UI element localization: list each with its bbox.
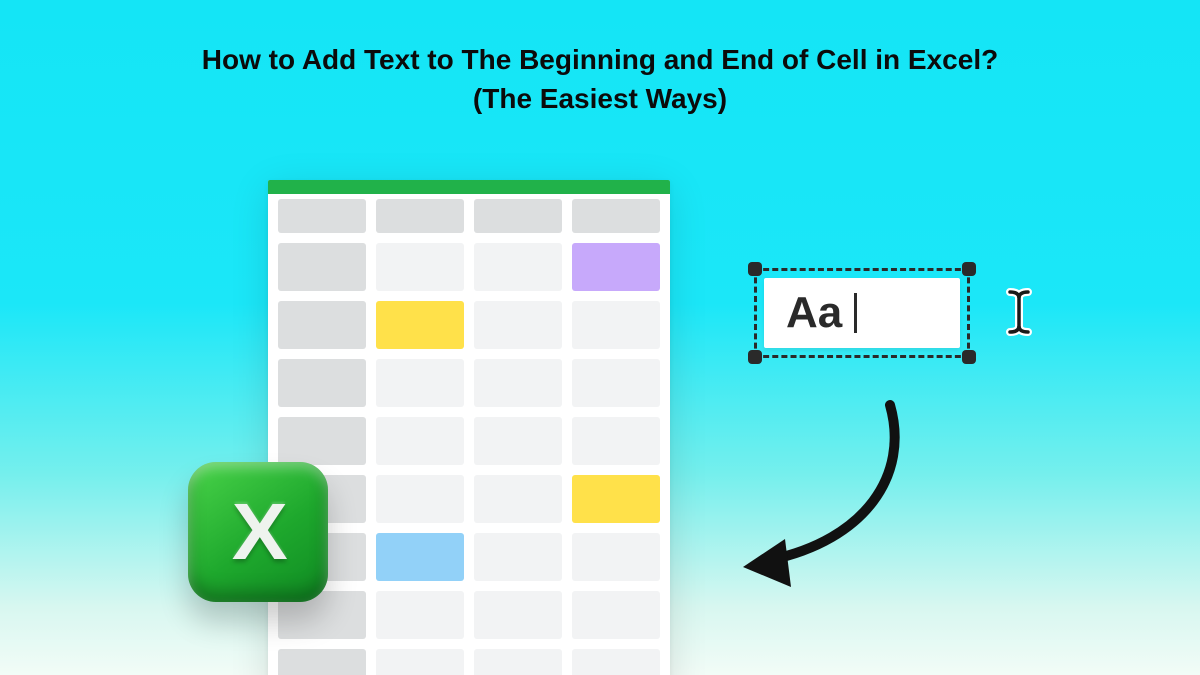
spreadsheet-cell <box>572 199 660 233</box>
spreadsheet-cell <box>474 417 562 465</box>
resize-handle-bottom-left <box>748 350 762 364</box>
spreadsheet-cell <box>474 533 562 581</box>
spreadsheet-cell <box>474 359 562 407</box>
spreadsheet-row <box>268 238 670 296</box>
text-caret-icon <box>854 293 857 333</box>
spreadsheet-row <box>268 528 670 586</box>
spreadsheet-cell <box>376 475 464 523</box>
spreadsheet-row <box>268 354 670 412</box>
spreadsheet-cell <box>278 649 366 675</box>
page-title: How to Add Text to The Beginning and End… <box>0 40 1200 118</box>
text-cursor-icon <box>1004 288 1034 336</box>
spreadsheet-topbar <box>268 180 670 194</box>
spreadsheet-cell <box>278 243 366 291</box>
textbox-sample-text: Aa <box>786 288 842 338</box>
spreadsheet-cell <box>572 243 660 291</box>
spreadsheet-cell <box>572 649 660 675</box>
spreadsheet-cell <box>376 359 464 407</box>
excel-letter: X <box>232 486 284 578</box>
spreadsheet-cell <box>474 301 562 349</box>
spreadsheet-cell <box>474 591 562 639</box>
spreadsheet-cell <box>572 475 660 523</box>
textbox-field: Aa <box>764 278 960 348</box>
excel-app-icon: X <box>188 462 328 602</box>
spreadsheet-cell <box>474 475 562 523</box>
spreadsheet-cell <box>474 243 562 291</box>
resize-handle-top-right <box>962 262 976 276</box>
spreadsheet-cell <box>376 199 464 233</box>
spreadsheet-body <box>268 194 670 675</box>
spreadsheet-row <box>268 586 670 644</box>
resize-handle-bottom-right <box>962 350 976 364</box>
spreadsheet-cell <box>572 359 660 407</box>
spreadsheet-cell <box>474 199 562 233</box>
textbox-illustration: Aa <box>744 258 980 368</box>
spreadsheet-cell <box>474 649 562 675</box>
spreadsheet-cell <box>572 591 660 639</box>
spreadsheet-illustration <box>268 180 670 675</box>
curved-arrow-icon <box>725 395 925 595</box>
spreadsheet-cell <box>278 301 366 349</box>
hero-canvas: How to Add Text to The Beginning and End… <box>0 0 1200 675</box>
spreadsheet-cell <box>278 359 366 407</box>
spreadsheet-cell <box>572 417 660 465</box>
spreadsheet-cell <box>572 533 660 581</box>
spreadsheet-row <box>268 296 670 354</box>
title-line-1: How to Add Text to The Beginning and End… <box>0 40 1200 79</box>
spreadsheet-cell <box>278 417 366 465</box>
spreadsheet-cell <box>376 301 464 349</box>
spreadsheet-cell <box>278 199 366 233</box>
spreadsheet-cell <box>572 301 660 349</box>
spreadsheet-cell <box>376 649 464 675</box>
spreadsheet-cell <box>376 243 464 291</box>
title-line-2: (The Easiest Ways) <box>0 79 1200 118</box>
spreadsheet-row <box>268 412 670 470</box>
spreadsheet-cell <box>376 591 464 639</box>
spreadsheet-cell <box>376 533 464 581</box>
resize-handle-top-left <box>748 262 762 276</box>
spreadsheet-row <box>268 470 670 528</box>
spreadsheet-row <box>268 194 670 238</box>
spreadsheet-cell <box>376 417 464 465</box>
spreadsheet-row <box>268 644 670 675</box>
